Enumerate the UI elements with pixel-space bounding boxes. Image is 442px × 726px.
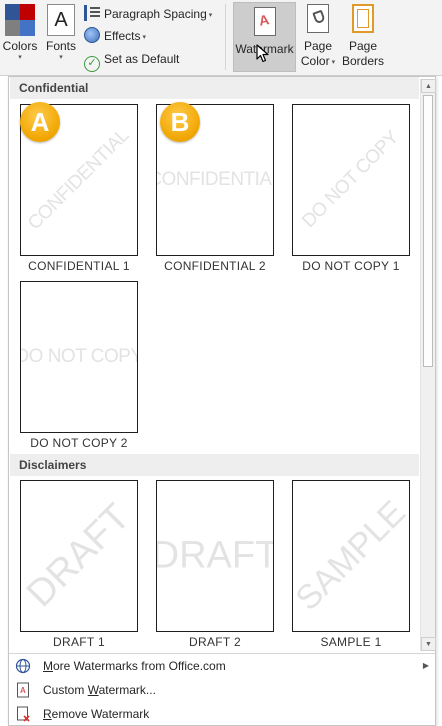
svg-text:A: A — [20, 686, 26, 695]
paragraph-spacing-icon — [84, 5, 100, 21]
watermark-option-do-not-copy-1[interactable]: DO NOT COPY DO NOT COPY 1 — [291, 104, 411, 273]
watermark-option-label: CONFIDENTIAL 1 — [28, 259, 130, 273]
page-color-label-line2: Color — [300, 54, 330, 68]
chevron-down-icon: ▾ — [18, 54, 22, 61]
watermark-dropdown: Confidential CONFIDENTIAL CONFIDENTIAL 1… — [8, 76, 436, 726]
fonts-button[interactable]: A Fonts ▾ — [44, 4, 78, 62]
page-borders-button[interactable]: Page Borders — [340, 4, 386, 69]
chevron-down-icon: ▾ — [142, 34, 146, 41]
scroll-down-arrow-icon[interactable]: ▼ — [421, 637, 436, 651]
watermark-preview-text: SAMPLE — [292, 493, 410, 618]
custom-watermark-menu-item[interactable]: A Custom Watermark... — [9, 678, 435, 702]
watermark-preview-text: DRAFT — [156, 534, 274, 577]
custom-watermark-accel: W — [87, 683, 99, 697]
watermark-preview-text: DO NOT COPY — [298, 127, 404, 233]
chevron-down-icon: ▾ — [59, 54, 63, 61]
page-color-button[interactable]: Page Color ▾ — [296, 4, 340, 70]
chevron-down-icon: ▾ — [331, 59, 336, 66]
paragraph-spacing-button[interactable]: Paragraph Spacing ▾ — [84, 4, 212, 24]
chevron-down-icon: ▾ — [208, 12, 213, 19]
fonts-label: Fonts — [45, 39, 76, 53]
watermark-option-sample-1[interactable]: SAMPLE SAMPLE 1 — [291, 480, 411, 649]
watermark-option-label: DRAFT 1 — [53, 635, 105, 649]
page-borders-label-line2: Borders — [341, 54, 385, 68]
gallery-scrollbar[interactable]: ▲ ▼ — [420, 79, 436, 651]
design-ribbon: Colors ▾ A Fonts ▾ Paragraph Spacing ▾ Ef… — [0, 0, 442, 76]
watermark-preview-text: DRAFT — [20, 496, 138, 616]
watermark-gallery: Confidential CONFIDENTIAL CONFIDENTIAL 1… — [9, 77, 419, 652]
watermark-option-label: SAMPLE 1 — [320, 635, 382, 649]
scroll-up-arrow-icon[interactable]: ▲ — [421, 79, 436, 93]
page-border-icon — [352, 4, 374, 33]
custom-watermark-label: Custom Watermark... — [43, 678, 156, 702]
remove-watermark-accel: R — [43, 707, 52, 721]
custom-watermark-before: Custom — [43, 683, 88, 697]
page-borders-label-line1: Page — [348, 39, 378, 53]
watermark-preview-text: CONFIDENTIAL — [157, 169, 273, 190]
section-header-confidential: Confidential — [10, 77, 419, 99]
paint-bucket-page-icon — [307, 4, 329, 33]
remove-watermark-label: Remove Watermark — [43, 702, 149, 726]
watermark-preview: DO NOT COPY — [20, 281, 138, 433]
more-watermarks-rest: ore Watermarks from Office.com — [53, 659, 226, 673]
colors-button[interactable]: Colors ▾ — [2, 4, 38, 62]
watermark-preview: DO NOT COPY — [292, 104, 410, 256]
more-watermarks-menu-item[interactable]: More Watermarks from Office.com ▶ — [9, 654, 435, 678]
watermark-option-label: CONFIDENTIAL 2 — [164, 259, 266, 273]
watermark-preview-text: DO NOT COPY — [20, 346, 138, 367]
submenu-arrow-icon: ▶ — [422, 661, 429, 670]
scrollbar-thumb[interactable] — [423, 95, 433, 367]
checkmark-circle-icon: ✓ — [84, 56, 100, 72]
watermark-option-do-not-copy-2[interactable]: DO NOT COPY DO NOT COPY 2 — [19, 281, 139, 450]
watermark-preview: SAMPLE — [292, 480, 410, 632]
page-color-label-line1: Page — [303, 39, 333, 53]
more-watermarks-label: More Watermarks from Office.com — [43, 654, 226, 678]
watermark-preview: DRAFT — [156, 480, 274, 632]
remove-watermark-menu-item[interactable]: Remove Watermark — [9, 702, 435, 726]
remove-watermark-page-icon — [17, 706, 30, 722]
watermark-page-icon: A — [253, 7, 276, 36]
effects-button[interactable]: Effects ▾ — [84, 26, 146, 46]
ribbon-divider — [225, 4, 226, 70]
section-header-disclaimers: Disclaimers — [10, 454, 419, 476]
more-watermarks-accel: M — [43, 659, 53, 673]
watermark-option-draft-1[interactable]: DRAFT DRAFT 1 — [19, 480, 139, 649]
theme-fonts-icon: A — [47, 4, 75, 36]
theme-colors-icon — [5, 4, 35, 36]
watermark-option-label: DO NOT COPY 2 — [30, 436, 128, 450]
effects-label: Effects — [104, 29, 141, 43]
callout-badge-b: B — [160, 102, 200, 142]
paragraph-spacing-label: Paragraph Spacing — [104, 7, 207, 21]
effects-icon — [84, 27, 100, 43]
globe-icon — [15, 658, 31, 674]
mouse-cursor-icon — [256, 44, 269, 63]
watermark-option-label: DO NOT COPY 1 — [302, 259, 400, 273]
remove-watermark-rest: emove Watermark — [51, 707, 150, 721]
watermark-preview: DRAFT — [20, 480, 138, 632]
set-as-default-label: Set as Default — [104, 52, 180, 66]
set-as-default-button[interactable]: ✓ Set as Default — [84, 49, 180, 72]
custom-watermark-page-icon: A — [17, 682, 29, 698]
colors-label: Colors — [2, 39, 38, 53]
watermark-option-draft-2[interactable]: DRAFT DRAFT 2 — [155, 480, 275, 649]
watermark-option-label: DRAFT 2 — [189, 635, 241, 649]
callout-badge-a: A — [20, 102, 60, 142]
custom-watermark-after: atermark... — [98, 683, 156, 697]
